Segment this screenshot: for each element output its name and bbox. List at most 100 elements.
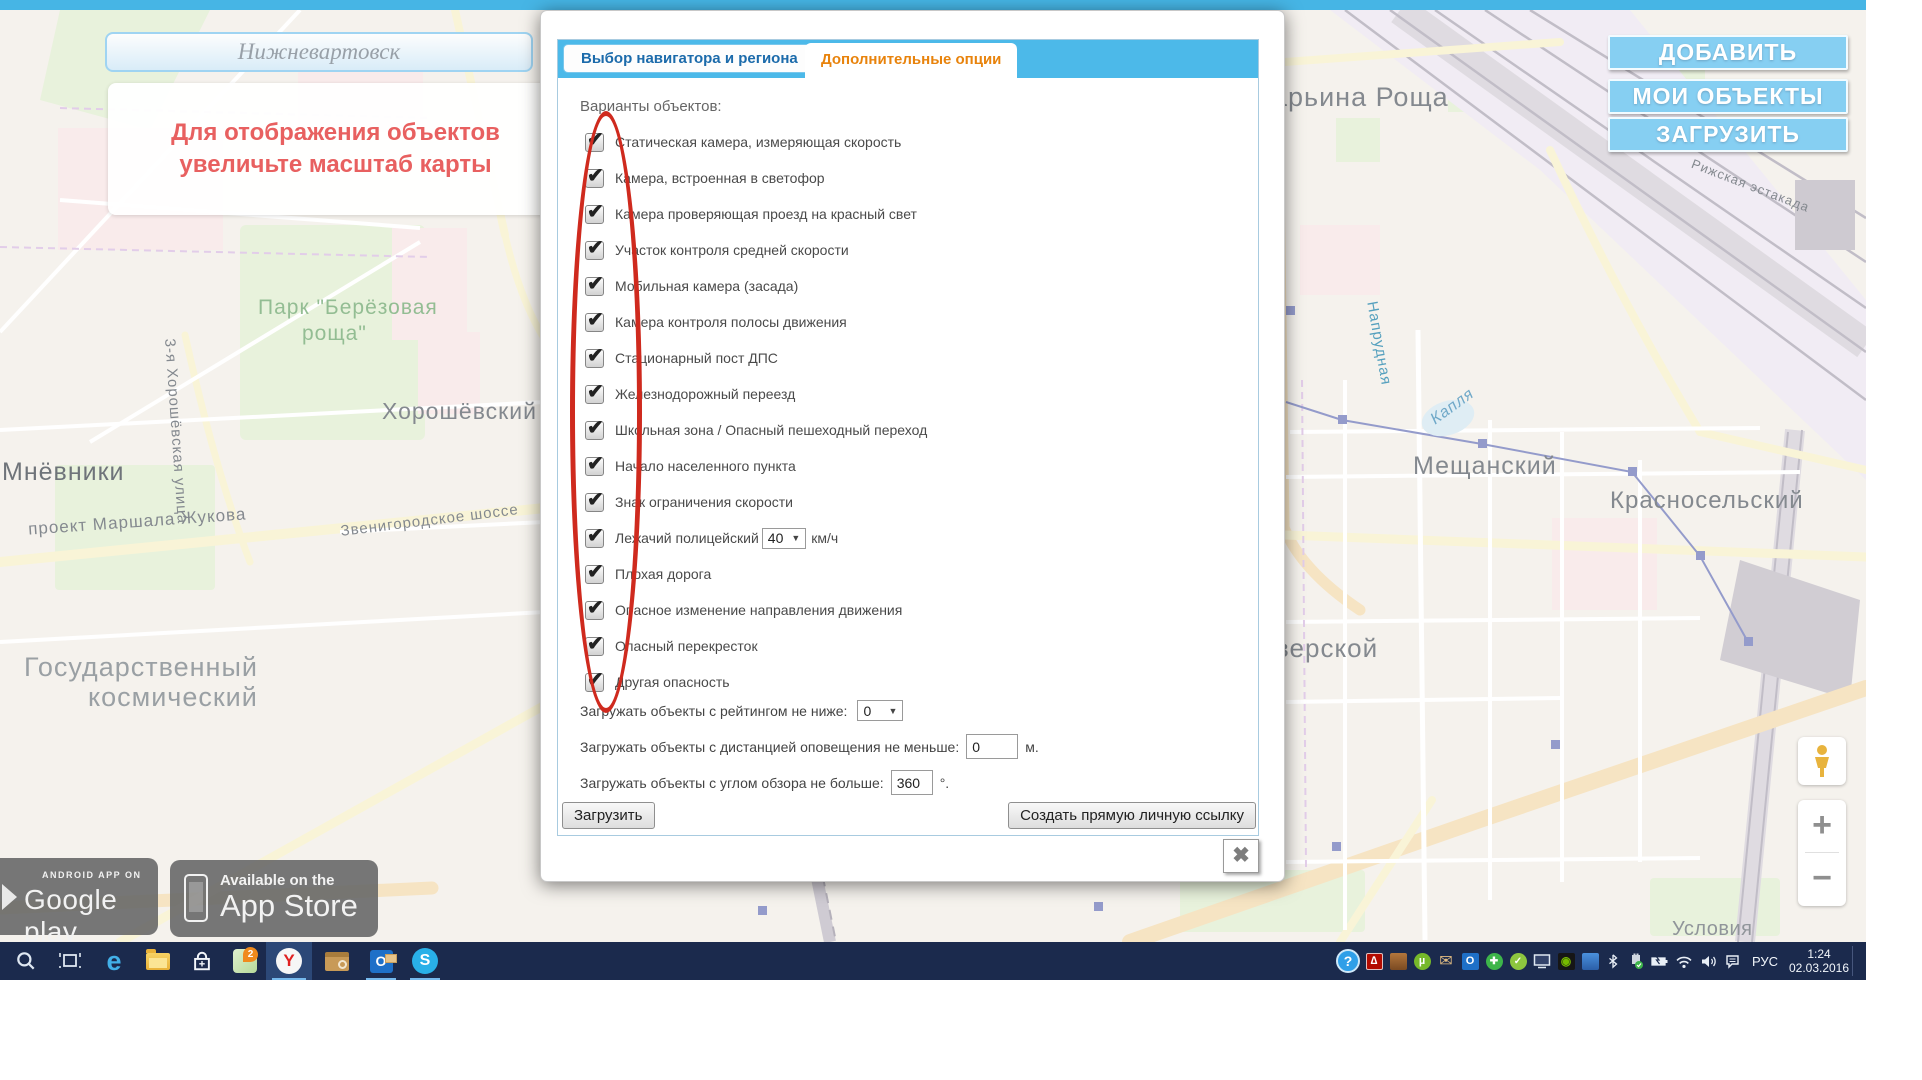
angle-suffix: °. — [940, 775, 950, 791]
option-label: Участок контроля средней скорости — [615, 242, 849, 258]
package-app-button[interactable] — [316, 942, 358, 980]
rating-setting-row: Загружать объекты с рейтингом не ниже: 0… — [580, 700, 903, 721]
zoom-out-button[interactable]: − — [1798, 853, 1846, 905]
magnifier-icon — [338, 960, 347, 969]
load-button[interactable]: Загрузить — [562, 802, 655, 829]
option-label: Начало населенного пункта — [615, 458, 796, 474]
iphone-icon — [184, 874, 208, 922]
distance-input[interactable] — [966, 734, 1018, 759]
speed-bump-unit: км/ч — [811, 530, 838, 546]
speed-bump-select[interactable]: 40▼ — [762, 528, 807, 549]
map-label-krasnoselsky: Красносельский — [1610, 487, 1804, 515]
volume-icon — [1700, 954, 1717, 969]
active-app-underline — [410, 978, 440, 980]
option-label: Железнодорожный переезд — [615, 386, 795, 402]
tray-leaf[interactable]: ✓ — [1506, 942, 1530, 980]
download-button[interactable]: ЗАГРУЗИТЬ — [1608, 117, 1848, 152]
taskbar-search-button[interactable] — [6, 942, 46, 980]
tray-mail[interactable]: ✉ — [1434, 942, 1458, 980]
app-store-name: App Store — [220, 888, 358, 924]
clock-date: 02.03.2016 — [1789, 961, 1849, 975]
option-row: ✔Опасный перекресток — [585, 636, 927, 656]
tray-dictionary[interactable] — [1578, 942, 1602, 980]
dialog-tabbar: Выбор навигатора и региона Дополнительны… — [558, 40, 1258, 78]
active-app-underline — [272, 978, 306, 980]
tray-utorrent[interactable]: µ — [1410, 942, 1434, 980]
add-object-button[interactable]: ДОБАВИТЬ — [1608, 35, 1848, 70]
pegman-icon — [1809, 744, 1835, 778]
google-play-triangle-icon — [2, 884, 17, 910]
map-label-meshchansky: Мещанский — [1413, 452, 1557, 481]
google-play-badge[interactable]: ANDROID APP ON Google play — [0, 858, 158, 935]
nvidia-icon: ◉ — [1558, 953, 1575, 970]
outlook-button[interactable]: O — [360, 942, 402, 980]
tray-bluetooth[interactable] — [1602, 942, 1624, 980]
package-icon — [325, 952, 349, 971]
yandex-icon: Y — [276, 948, 302, 974]
bluetooth-icon — [1606, 952, 1620, 970]
tray-volume[interactable] — [1696, 942, 1720, 980]
streetview-pegman-button[interactable] — [1798, 737, 1846, 785]
google-play-name: Google play — [24, 884, 158, 948]
my-objects-button[interactable]: МОИ ОБЪЕКТЫ — [1608, 79, 1848, 114]
tab-additional-options[interactable]: Дополнительные опции — [805, 43, 1017, 78]
chevron-down-icon: ▼ — [889, 706, 898, 716]
rating-select[interactable]: 0▼ — [857, 700, 903, 721]
tray-nvidia[interactable]: ◉ — [1554, 942, 1578, 980]
skype-icon: S — [412, 948, 438, 974]
outlook-tray-icon: O — [1462, 953, 1479, 970]
tray-acrobat[interactable]: ∆ — [1362, 942, 1386, 980]
brown-app-icon — [1390, 953, 1407, 970]
acrobat-icon: ∆ — [1366, 953, 1383, 970]
close-button[interactable]: ✖ — [1223, 839, 1259, 873]
angle-label: Загружать объекты с углом обзора не боль… — [580, 775, 884, 791]
help-pointer[interactable]: ? — [1332, 942, 1364, 980]
folder-icon — [146, 953, 170, 970]
yandex-browser-button[interactable]: Y — [266, 942, 312, 980]
tray-display[interactable] — [1530, 942, 1554, 980]
zoom-in-button[interactable]: + — [1798, 800, 1846, 852]
option-label: Мобильная камера (засада) — [615, 278, 798, 294]
option-label: Камера проверяющая проезд на красный све… — [615, 206, 917, 222]
map-label-mnevniki: Мнёвники — [2, 458, 125, 487]
utorrent-icon: µ — [1414, 953, 1431, 970]
tab-navigator-region[interactable]: Выбор навигатора и региона — [563, 44, 816, 73]
edge-browser-button[interactable]: e — [94, 942, 134, 980]
tray-outlook[interactable]: O — [1458, 942, 1482, 980]
map-label-gos-line2: космический — [88, 682, 258, 713]
mail-icon: ✉ — [1439, 951, 1452, 971]
clock[interactable]: 1:24 02.03.2016 — [1788, 942, 1850, 980]
rating-value: 0 — [863, 703, 871, 719]
skype-button[interactable]: S — [404, 942, 446, 980]
map-pin-icon: 2 — [243, 947, 258, 962]
option-row: ✔Другая опасность — [585, 672, 927, 692]
tray-wifi[interactable] — [1672, 942, 1696, 980]
language-indicator[interactable]: РУС — [1746, 942, 1784, 980]
windows-store-button[interactable] — [182, 942, 222, 980]
tray-usb[interactable] — [1624, 942, 1648, 980]
option-label: Другая опасность — [615, 674, 730, 690]
tray-antivirus[interactable]: ✚ — [1482, 942, 1506, 980]
option-label: Школьная зона / Опасный пешеходный перех… — [615, 422, 927, 438]
usb-icon — [1628, 953, 1644, 969]
search-input[interactable] — [105, 32, 533, 72]
dialog-panel: Выбор навигатора и региона Дополнительны… — [557, 39, 1259, 836]
show-desktop-divider[interactable] — [1852, 946, 1853, 976]
task-view-icon — [58, 951, 82, 971]
clock-time: 1:24 — [1789, 947, 1849, 961]
file-explorer-button[interactable] — [138, 942, 178, 980]
app-store-badge[interactable]: Available on the App Store — [170, 860, 378, 937]
tray-action-center[interactable] — [1720, 942, 1744, 980]
tray-battery[interactable] — [1648, 942, 1672, 980]
create-link-button[interactable]: Создать прямую личную ссылку — [1008, 802, 1256, 829]
option-label: Опасный перекресток — [615, 638, 758, 654]
gis-maps-button[interactable]: 2 — [224, 942, 266, 980]
display-icon — [1533, 953, 1551, 969]
screen: арьина Роща Мещанский Красносельский вер… — [0, 0, 1866, 980]
tray-app-brown[interactable] — [1386, 942, 1410, 980]
map-label-gos-line1: Государственный — [24, 652, 258, 683]
option-row: ✔Статическая камера, измеряющая скорость — [585, 132, 927, 152]
zoom-notice-line2: увеличьте масштаб карты — [179, 149, 491, 181]
task-view-button[interactable] — [50, 942, 90, 980]
angle-input[interactable] — [891, 770, 933, 795]
